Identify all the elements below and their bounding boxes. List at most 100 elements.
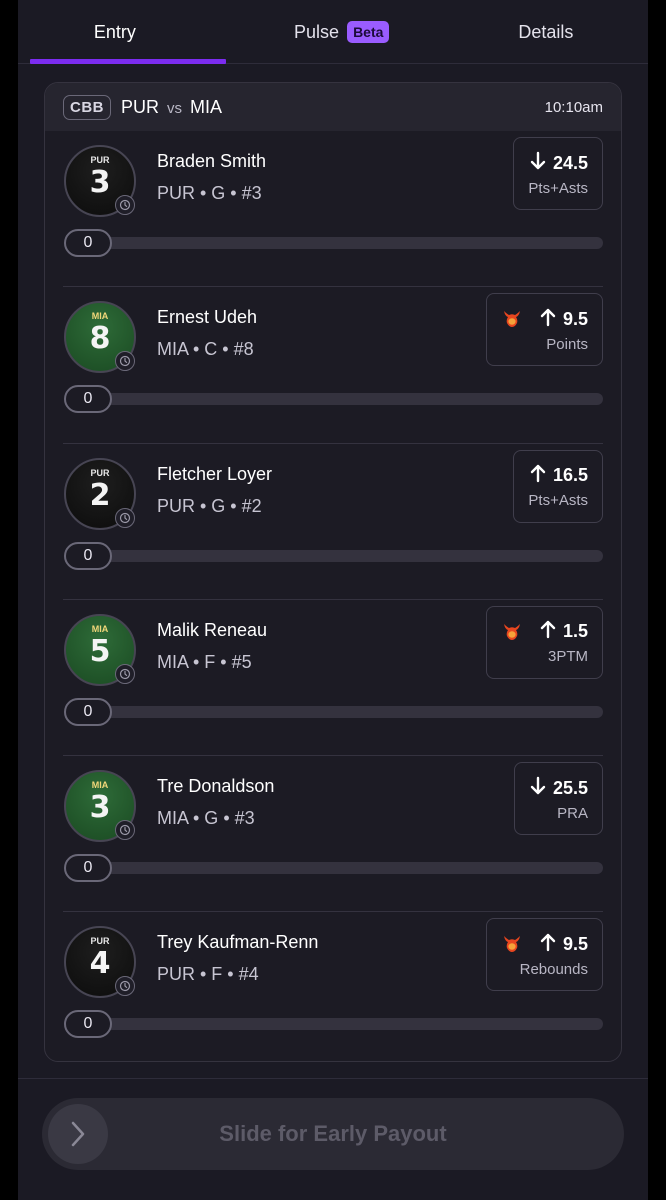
progress-track	[94, 862, 603, 875]
clock-icon	[115, 976, 135, 997]
tab-entry[interactable]: Entry	[18, 0, 240, 64]
line-value: 25.5	[552, 777, 588, 798]
live-progress: 0	[64, 541, 603, 570]
progress-track	[94, 237, 603, 249]
home-team: PUR	[121, 96, 160, 117]
progress-track	[94, 549, 603, 562]
pick-row[interactable]: PUR 4 Trey Kaufman-Renn PUR • F • #4 9.5…	[63, 912, 603, 1061]
tab-entry-label: Entry	[93, 21, 136, 42]
league-badge: CBB	[63, 94, 111, 120]
clock-icon	[115, 195, 135, 215]
pick-line-box: 1.5 3PTM	[485, 605, 603, 679]
player-meta: PUR • G • #2	[157, 495, 262, 516]
live-progress: 0	[64, 697, 603, 726]
player-name: Braden Smith	[157, 151, 267, 171]
away-team: MIA	[190, 96, 223, 117]
matchup: PUR vs MIA	[121, 97, 222, 118]
progress-track	[94, 705, 603, 718]
pick-line: 25.5	[529, 776, 588, 801]
early-payout-slider[interactable]: Slide for Early Payout	[42, 1098, 624, 1170]
pick-row[interactable]: MIA 8 Ernest Udeh MIA • C • #8 9.5 Point…	[63, 287, 603, 444]
progress-value: 0	[64, 541, 112, 570]
live-progress: 0	[64, 385, 603, 414]
stat-label: Points	[546, 335, 588, 353]
clock-icon	[115, 820, 135, 841]
arrow-up-icon	[539, 307, 557, 332]
pick-line: 16.5	[529, 463, 588, 488]
clock-icon	[115, 507, 135, 528]
progress-value: 0	[64, 385, 112, 414]
player-name: Trey Kaufman-Renn	[157, 932, 319, 953]
pick-row[interactable]: PUR 2 Fletcher Loyer PUR • G • #2 16.5 P…	[63, 444, 603, 600]
slider-handle[interactable]	[48, 1104, 108, 1164]
jersey-team: PUR	[90, 155, 110, 165]
clock-icon	[115, 351, 135, 372]
pick-line-box: 16.5 Pts+Asts	[513, 449, 603, 523]
pick-row[interactable]: PUR 3 Braden Smith PUR • G • #3 24.5 Pts…	[63, 131, 603, 288]
stat-label: Pts+Asts	[528, 492, 588, 510]
player-meta: MIA • F • #5	[157, 651, 252, 672]
stat-label: 3PTM	[547, 648, 588, 666]
arrow-up-icon	[539, 932, 557, 957]
live-progress: 0	[64, 229, 603, 257]
jersey-team: MIA	[91, 311, 109, 322]
pick-line: 1.5	[501, 619, 588, 644]
progress-value: 0	[64, 229, 112, 257]
footer-divider	[18, 1078, 648, 1079]
pick-line-box: 9.5 Rebounds	[485, 918, 603, 992]
pick-line: 9.5	[501, 307, 588, 332]
pick-line: 9.5	[501, 932, 588, 957]
slider-label: Slide for Early Payout	[219, 1121, 447, 1146]
player-name: Ernest Udeh	[157, 307, 258, 328]
pick-row[interactable]: MIA 5 Malik Reneau MIA • F • #5 1.5 3PTM	[63, 600, 603, 757]
pick-list: PUR 3 Braden Smith PUR • G • #3 24.5 Pts…	[45, 131, 621, 1061]
clock-icon	[115, 663, 135, 684]
line-value: 16.5	[552, 465, 588, 486]
pick-row[interactable]: MIA 3 Tre Donaldson MIA • G • #3 25.5 PR…	[63, 756, 603, 913]
demon-icon	[501, 933, 523, 955]
tab-pulse[interactable]: Pulse Beta	[240, 0, 444, 64]
live-progress: 0	[64, 1010, 603, 1039]
tab-pulse-label: Pulse	[294, 21, 340, 42]
entry-card: CBB PUR vs MIA 10:10am PUR 3 Braden Smit…	[44, 82, 622, 1062]
player-meta: PUR • F • #4	[157, 964, 259, 985]
line-value: 9.5	[562, 308, 588, 329]
tab-details-label: Details	[518, 21, 574, 42]
player-name: Fletcher Loyer	[157, 463, 273, 484]
arrow-up-icon	[529, 463, 547, 488]
stat-label: Pts+Asts	[528, 179, 588, 197]
tab-details[interactable]: Details	[444, 0, 648, 64]
stat-label: PRA	[557, 804, 588, 822]
arrow-up-icon	[539, 619, 557, 644]
game-header: CBB PUR vs MIA 10:10am	[45, 83, 621, 131]
player-name: Malik Reneau	[157, 619, 268, 640]
pick-line-box: 24.5 Pts+Asts	[513, 137, 603, 210]
pick-line-box: 25.5 PRA	[513, 762, 603, 836]
arrow-down-icon	[529, 151, 547, 176]
line-value: 1.5	[562, 621, 588, 642]
tab-bar: Entry Pulse Beta Details	[18, 0, 648, 64]
pick-line-box: 9.5 Points	[485, 293, 603, 367]
player-meta: MIA • C • #8	[157, 339, 254, 360]
arrow-down-icon	[529, 776, 547, 801]
demon-icon	[501, 621, 523, 643]
chevron-right-icon	[71, 1121, 85, 1147]
demon-icon	[501, 308, 523, 330]
progress-track	[94, 393, 603, 406]
vs-label: vs	[167, 99, 183, 117]
jersey-team: MIA	[91, 623, 109, 634]
live-progress: 0	[64, 854, 603, 883]
stat-label: Rebounds	[519, 960, 588, 978]
player-meta: MIA • G • #3	[157, 808, 255, 829]
jersey-team: MIA	[91, 780, 109, 791]
game-time: 10:10am	[544, 98, 603, 116]
progress-track	[94, 1018, 603, 1031]
pick-line: 24.5	[529, 151, 588, 176]
player-name: Tre Donaldson	[157, 776, 275, 797]
player-meta: PUR • G • #3	[157, 183, 262, 203]
progress-value: 0	[64, 1010, 112, 1039]
jersey-team: PUR	[90, 467, 110, 478]
beta-badge: Beta	[347, 21, 390, 43]
progress-value: 0	[64, 697, 112, 726]
jersey-team: PUR	[90, 936, 110, 947]
